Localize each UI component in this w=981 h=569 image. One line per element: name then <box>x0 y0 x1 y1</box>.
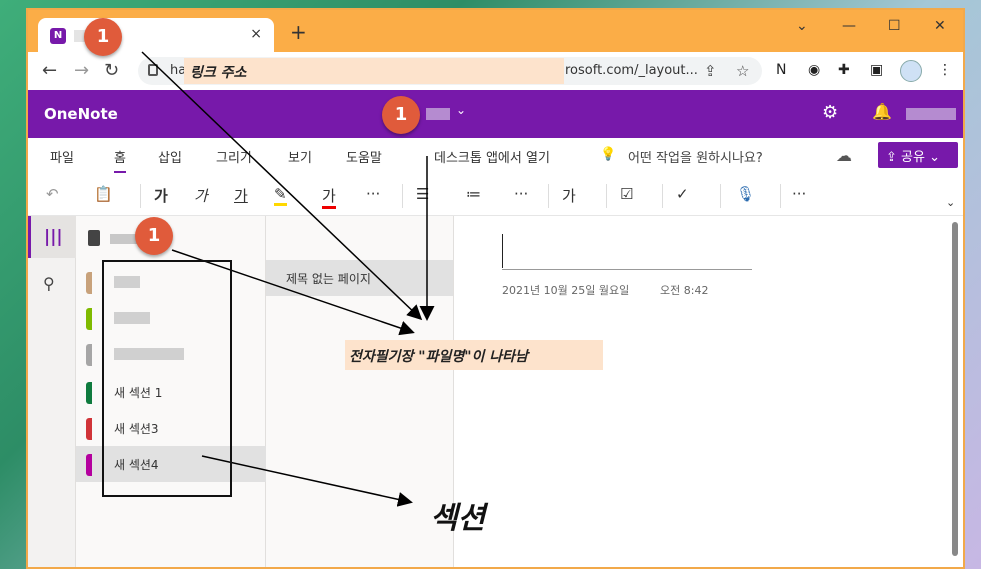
annotation-arrow <box>201 455 413 507</box>
callout-badge: 1 <box>135 217 173 255</box>
callout-badge: 1 <box>382 96 420 134</box>
callout-badge: 1 <box>84 18 122 56</box>
sections-highlight-box <box>102 260 232 497</box>
section-annotation: 섹션 <box>430 501 486 536</box>
file-name-annotation: 전자필기장 "파일명"이 나타남 <box>345 340 603 370</box>
